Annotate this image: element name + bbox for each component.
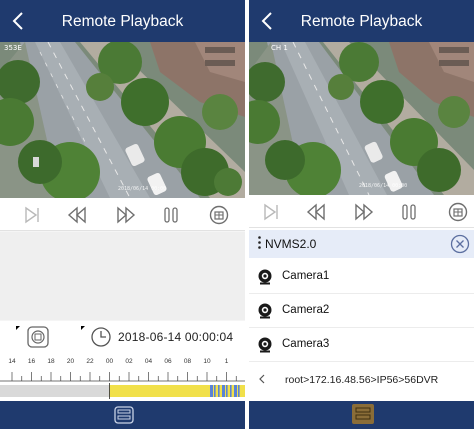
timeline-hour-label: 20	[66, 358, 75, 365]
snapshot-button[interactable]	[445, 199, 471, 224]
video-timestamp: 2018/06/14 00:00	[118, 186, 167, 192]
list-item-camera[interactable]: Camera3	[249, 328, 474, 362]
pause-icon	[402, 203, 416, 220]
channel-label: 353E	[4, 44, 22, 52]
timeline-hour-label: 04	[144, 358, 153, 365]
timeline-hour-label: 08	[183, 358, 192, 365]
camera-icon	[258, 337, 272, 353]
frame-step-button[interactable]	[19, 202, 45, 227]
close-icon[interactable]	[449, 233, 471, 255]
footer-bar	[249, 401, 474, 429]
camera-name: Camera1	[282, 270, 330, 282]
camera-name: Camera3	[282, 338, 330, 350]
timeline-hour-label: 02	[125, 358, 133, 365]
timeline-hour-label: 1	[224, 358, 229, 365]
timeline-hour-label: 16	[27, 358, 36, 365]
playback-empty-area	[0, 232, 245, 320]
fast-forward-button[interactable]	[112, 202, 138, 227]
timeline-event-marker	[218, 385, 220, 397]
playback-controls	[249, 195, 474, 228]
breadcrumb: root>172.16.48.56>IP56>56DVR	[249, 365, 474, 393]
corner-marker	[16, 326, 20, 330]
timeline-event-marker	[226, 385, 228, 397]
chevron-left-icon[interactable]	[257, 372, 267, 386]
device-tree-icon[interactable]	[26, 325, 50, 349]
clock-icon[interactable]	[90, 326, 112, 348]
corner-marker	[81, 326, 85, 330]
pause-button[interactable]	[396, 199, 422, 224]
timeline-event-marker	[230, 385, 232, 397]
device-row[interactable]: NVMS2.0	[249, 230, 474, 258]
left-playback-screen: Remote Playback 353E 2018/06/14 00:00 20…	[0, 0, 245, 429]
camera-icon	[258, 303, 272, 319]
device-list-icon[interactable]	[351, 403, 375, 425]
camera-icon	[258, 269, 272, 285]
fast-forward-icon	[355, 202, 374, 221]
timeline-event-marker	[210, 385, 213, 397]
date-time-value[interactable]: 2018-06-14 00:00:04	[118, 330, 233, 344]
date-bar: 2018-06-14 00:00:04	[0, 321, 245, 354]
rewind-button[interactable]	[304, 199, 330, 224]
device-name: NVMS2.0	[265, 237, 317, 251]
timeline-event-marker	[234, 385, 237, 397]
page-title: Remote Playback	[61, 13, 184, 30]
snapshot-icon	[209, 205, 229, 224]
rewind-icon	[306, 202, 325, 221]
header-bar: Remote Playback	[249, 0, 474, 42]
rewind-button[interactable]	[65, 202, 91, 227]
page-title: Remote Playback	[300, 13, 423, 30]
frame-step-icon	[25, 206, 39, 223]
snapshot-icon	[448, 202, 468, 221]
pause-icon	[164, 206, 178, 223]
video-view[interactable]: CH 1 2018/06/14 00:00	[249, 42, 474, 195]
channel-label: CH 1	[271, 44, 288, 52]
rewind-icon	[67, 205, 86, 224]
header-bar: Remote Playback	[0, 0, 245, 42]
playback-controls	[0, 198, 245, 231]
menu-dots-icon[interactable]	[258, 236, 261, 249]
list-item-camera[interactable]: Camera2	[249, 294, 474, 328]
timeline-hour-label: 10	[203, 358, 211, 365]
timeline-hour-label: 00	[105, 358, 114, 365]
pause-button[interactable]	[158, 202, 184, 227]
frame-step-icon	[264, 203, 278, 220]
timeline-track[interactable]	[0, 368, 245, 401]
street-video-frame	[249, 42, 474, 195]
video-view[interactable]: 353E 2018/06/14 00:00	[0, 42, 245, 198]
street-video-frame	[0, 42, 245, 198]
right-playback-screen: Remote Playback CH 1 2018/06/14 00:00 NV…	[249, 0, 474, 429]
device-list-icon[interactable]	[113, 405, 135, 425]
timeline[interactable]: 14 16 18 20 22 00 02 04 06 08 10 1	[0, 354, 245, 401]
timeline-hour-label: 06	[164, 358, 172, 365]
snapshot-button[interactable]	[206, 202, 232, 227]
fast-forward-button[interactable]	[350, 199, 376, 224]
video-timestamp: 2018/06/14 00:00	[359, 183, 408, 189]
list-item-camera[interactable]: Camera1	[249, 260, 474, 294]
timeline-event-marker	[222, 385, 225, 397]
timeline-hour-label: 22	[86, 358, 94, 365]
footer-bar	[0, 401, 245, 429]
timeline-hour-label: 18	[47, 358, 55, 365]
camera-name: Camera2	[282, 304, 330, 316]
timeline-event-marker	[214, 385, 216, 397]
fast-forward-icon	[117, 205, 136, 224]
timeline-hour-label: 14	[8, 358, 16, 365]
timeline-event-marker	[238, 385, 240, 397]
frame-step-button[interactable]	[258, 199, 284, 224]
device-path: root>172.16.48.56>IP56>56DVR	[285, 374, 439, 386]
